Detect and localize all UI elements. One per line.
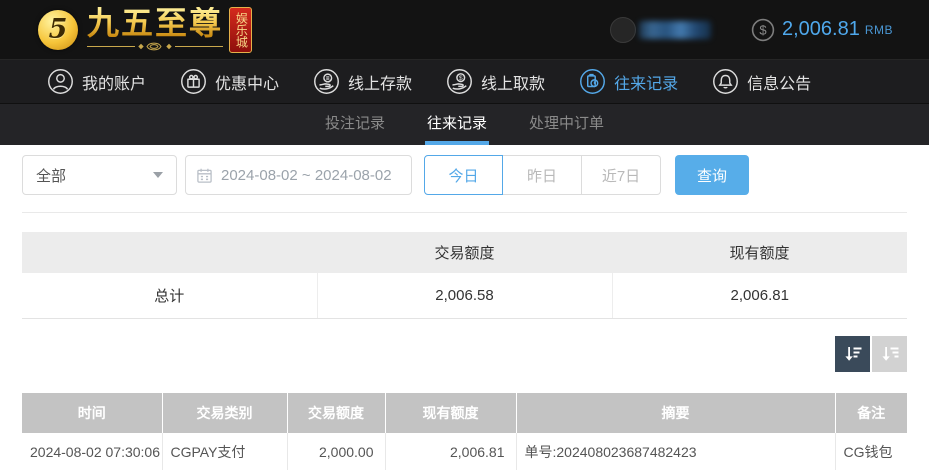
logo-badge: 娱乐城 (229, 6, 252, 53)
summary-table: 交易额度 现有额度 总计 2,006.58 2,006.81 (22, 232, 907, 319)
nav-label: 我的账户 (82, 75, 147, 93)
svg-text:$: $ (759, 22, 767, 37)
site-logo[interactable]: 5 九五至尊 娱乐城 (38, 3, 252, 53)
summary-header-transaction-amount: 交易额度 (317, 232, 612, 273)
nav-item-announcements[interactable]: 信息公告 (710, 68, 813, 95)
cell-summary: 单号:202408023687482423 (516, 432, 836, 470)
summary-current-amount: 2,006.81 (611, 273, 907, 319)
logo-monogram: 5 (48, 14, 68, 45)
cell-type: CGPAY支付 (162, 432, 288, 470)
type-select[interactable]: 全部 (22, 155, 177, 195)
col-remark: 备注 (835, 392, 907, 433)
tab-betting-records[interactable]: 投注记录 (323, 104, 387, 145)
records-icon (579, 68, 606, 95)
nav-label: 线上存款 (348, 75, 413, 93)
app-header: 5 九五至尊 娱乐城 $ 2,006.81 RMB (0, 0, 929, 60)
deposit-icon (313, 68, 340, 95)
tab-processing-orders[interactable]: 处理中订单 (527, 104, 606, 145)
balance-currency: RMB (864, 22, 893, 37)
dollar-coin-icon: $ (751, 18, 775, 42)
today-button[interactable]: 今日 (424, 155, 503, 195)
sort-ascending-button[interactable] (872, 335, 907, 372)
username-redacted (638, 20, 711, 39)
section-divider (22, 212, 907, 213)
content-area: 全部 2024-08-02 ~ 2024-08-02 今日 昨日 近7日 查询 (0, 155, 929, 470)
balance-amount: 2,006.81 (781, 18, 860, 40)
logo-95-icon: 5 (38, 9, 78, 50)
records-header-row: 时间 交易类别 交易额度 现有额度 摘要 备注 (22, 392, 907, 433)
summary-header-row: 交易额度 现有额度 (22, 232, 907, 273)
sort-descending-icon (845, 347, 862, 361)
cell-remark: CG钱包 (835, 432, 907, 470)
sort-ascending-icon (882, 347, 899, 361)
records-table: 时间 交易类别 交易额度 现有额度 摘要 备注 2024-08-02 07:30… (22, 392, 907, 470)
account-area: $ 2,006.81 RMB (609, 16, 893, 43)
summary-header-current-amount: 现有额度 (612, 232, 907, 273)
summary-transaction-amount: 2,006.58 (316, 273, 612, 319)
nav-item-withdraw[interactable]: $ 线上取款 (444, 68, 547, 95)
cell-transaction-amount: 2,000.00 (287, 432, 386, 470)
brand-name: 九五至尊 (86, 3, 223, 42)
cell-time: 2024-08-02 07:30:06 (22, 432, 163, 470)
nav-item-my-account[interactable]: 我的账户 (45, 68, 148, 95)
col-time: 时间 (22, 392, 163, 433)
nav-label: 优惠中心 (215, 75, 280, 93)
sort-descending-button[interactable] (835, 335, 870, 372)
nav-label: 信息公告 (747, 75, 812, 93)
tab-transaction-records[interactable]: 往来记录 (424, 104, 489, 145)
date-range-value: 2024-08-02 ~ 2024-08-02 (221, 166, 392, 184)
summary-total-row: 总计 2,006.58 2,006.81 (22, 273, 907, 319)
date-range-input[interactable]: 2024-08-02 ~ 2024-08-02 (185, 155, 412, 195)
quick-range-group: 今日 昨日 近7日 (424, 155, 661, 195)
last7days-button[interactable]: 近7日 (582, 155, 661, 195)
summary-header-blank (22, 232, 317, 273)
svg-text:$: $ (459, 75, 463, 82)
gift-icon (180, 68, 207, 95)
avatar (609, 16, 636, 43)
col-transaction-amount: 交易额度 (287, 392, 386, 433)
type-select-value: 全部 (36, 167, 67, 185)
summary-total-label: 总计 (22, 273, 317, 319)
sub-tabs: 投注记录 往来记录 处理中订单 (0, 104, 929, 145)
yesterday-button[interactable]: 昨日 (503, 155, 582, 195)
sort-controls (22, 335, 907, 372)
main-nav: 我的账户 优惠中心 线上存款 $ 线上取款 往来记录 信息公告 (0, 60, 929, 104)
nav-item-transactions[interactable]: 往来记录 (577, 68, 680, 95)
nav-label: 线上取款 (481, 75, 546, 93)
nav-label: 往来记录 (614, 75, 679, 93)
table-row: 2024-08-02 07:30:06 CGPAY支付 2,000.00 2,0… (22, 432, 907, 470)
col-type: 交易类别 (162, 392, 288, 433)
transaction-records-page: 5 九五至尊 娱乐城 $ 2,006.81 RMB 我的账户 优惠中心 线上存款… (0, 0, 929, 470)
bell-icon (712, 68, 739, 95)
user-icon (47, 68, 74, 95)
nav-item-promotions[interactable]: 优惠中心 (178, 68, 281, 95)
col-current-amount: 现有额度 (385, 392, 517, 433)
cell-current-amount: 2,006.81 (385, 432, 517, 470)
query-button[interactable]: 查询 (675, 155, 749, 195)
withdraw-icon: $ (446, 68, 473, 95)
calendar-icon (197, 168, 212, 183)
filter-bar: 全部 2024-08-02 ~ 2024-08-02 今日 昨日 近7日 查询 (22, 155, 907, 195)
col-summary: 摘要 (516, 392, 836, 433)
nav-item-deposit[interactable]: 线上存款 (311, 68, 414, 95)
logo-flourish-icon (87, 42, 223, 51)
chevron-down-icon (153, 172, 163, 178)
